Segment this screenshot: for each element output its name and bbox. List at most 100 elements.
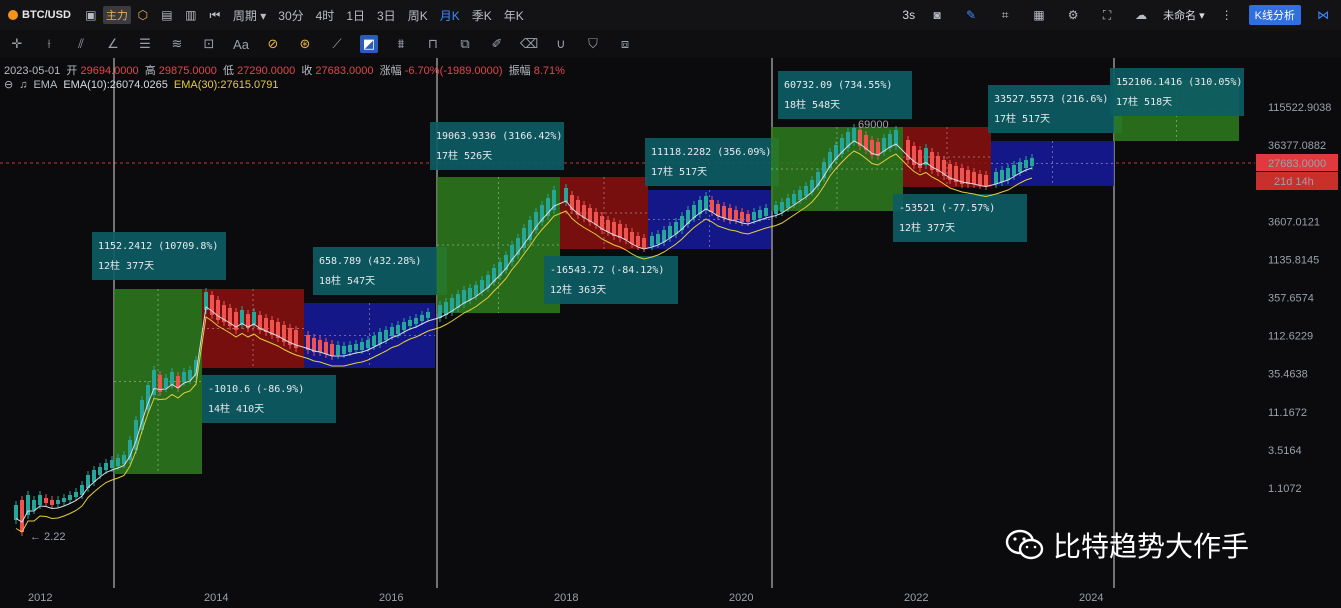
trash-icon[interactable]: ⌫ <box>520 35 538 53</box>
trend-line-icon[interactable]: ⫽ <box>72 35 90 53</box>
x-tick-label: 2020 <box>729 592 753 604</box>
ema30-value: EMA(30):27615.0791 <box>173 78 279 91</box>
gann-tool-icon[interactable]: ⊛ <box>296 35 314 53</box>
pen-icon[interactable]: ✎ <box>964 8 978 22</box>
grid-icon[interactable]: ▦ <box>1032 8 1046 22</box>
period-dropdown[interactable]: 周期 ▾ <box>227 7 272 24</box>
y-tick-label: 115522.9038 <box>1268 102 1331 114</box>
y-tick-label: 11.1672 <box>1268 407 1307 419</box>
more-icon[interactable]: ⋮ <box>1220 8 1234 22</box>
symbol-selector[interactable]: BTC/USD <box>0 9 79 21</box>
candle <box>438 305 442 318</box>
cycle-label-bg <box>544 256 678 304</box>
candle <box>74 492 78 497</box>
ohlc-readout: 2023-05-01 开 29694.0000 高 29875.0000 低 2… <box>4 65 565 77</box>
vertical-line-icon[interactable]: ⟊ <box>40 35 58 53</box>
cycle-label-change: 658.789 (432.28%) <box>319 256 421 267</box>
bell-icon[interactable]: ♫ <box>19 79 27 91</box>
candle <box>56 500 60 504</box>
interval-1d[interactable]: 1日 <box>340 7 371 24</box>
interval-30m[interactable]: 30分 <box>272 7 309 24</box>
cycle-label-bg <box>778 71 912 119</box>
countdown-value: 21d 14h <box>1274 176 1314 188</box>
angle-tool-icon[interactable]: ∠ <box>104 35 122 53</box>
magnet-icon[interactable]: ∪ <box>552 35 570 53</box>
filter-icon[interactable]: ⛉ <box>584 35 602 53</box>
cycle-label-duration: 17柱 517天 <box>994 112 1050 125</box>
candle <box>384 330 388 340</box>
horizontal-lines-icon[interactable]: ☰ <box>136 35 154 53</box>
candle <box>20 500 24 532</box>
collapse-icon[interactable]: ⊖ <box>4 78 13 91</box>
pattern-tool-icon[interactable]: ⩩ <box>392 35 410 53</box>
y-tick-label: 112.6229 <box>1268 331 1313 343</box>
candle <box>994 172 998 184</box>
layers-icon[interactable]: ▥ <box>184 8 198 22</box>
gear-icon[interactable]: ⚙ <box>1066 8 1080 22</box>
cycle-label-duration: 18柱 547天 <box>319 274 375 287</box>
candle <box>62 498 66 502</box>
main-force-badge[interactable]: 主力 <box>102 6 131 24</box>
cycle-label-duration: 18柱 548天 <box>784 98 840 111</box>
indicator-icon[interactable]: ▣ <box>84 8 98 22</box>
candle <box>366 340 370 348</box>
y-tick-label: 357.6574 <box>1268 293 1314 305</box>
candle <box>474 285 478 296</box>
edit-icon[interactable]: ✐ <box>488 35 506 53</box>
candle <box>318 340 322 352</box>
settings-hex-icon[interactable]: ⬡ <box>136 8 150 22</box>
cycle-label-bg <box>430 122 564 170</box>
wave-tool-icon[interactable]: ≋ <box>168 35 186 53</box>
ema-label: EMA <box>33 78 58 91</box>
cloud-icon[interactable]: ☁ <box>1134 8 1148 22</box>
calendar-icon[interactable]: ▤ <box>160 8 174 22</box>
wechat-icon <box>1005 529 1044 560</box>
refresh-interval[interactable]: 3s <box>902 8 915 22</box>
interval-quarter[interactable]: 季K <box>466 7 498 24</box>
candle <box>68 495 72 500</box>
camera-icon[interactable]: ◙ <box>930 8 944 22</box>
interval-week[interactable]: 周K <box>402 7 434 24</box>
share-icon[interactable]: ⋈ <box>1316 8 1330 22</box>
candle <box>834 145 838 160</box>
y-tick-label: 1135.8145 <box>1268 254 1319 266</box>
measure-box-icon[interactable]: ◩ <box>360 35 378 53</box>
kline-analysis-button[interactable]: K线分析 <box>1248 5 1301 25</box>
cycle-label-change: 152106.1416 (310.05%) <box>1116 77 1242 88</box>
ema10-value: EMA(10):26074.0265 <box>63 78 168 91</box>
fib-tool-icon[interactable]: ⊘ <box>264 35 282 53</box>
fullscreen-icon[interactable]: ⛶ <box>1100 8 1114 22</box>
cycle-label-change: 60732.09 (734.55%) <box>784 80 892 91</box>
lock-icon[interactable]: ⊓ <box>424 35 442 53</box>
interval-month[interactable]: 月K <box>434 7 466 24</box>
candle <box>764 208 768 216</box>
candle <box>336 345 340 355</box>
cycle-label-bg <box>1110 68 1244 116</box>
candle <box>402 322 406 330</box>
rectangle-tool-icon[interactable]: ⊡ <box>200 35 218 53</box>
ruler-tool-icon[interactable]: ⟋ <box>328 35 346 53</box>
interval-year[interactable]: 年K <box>498 7 530 24</box>
interval-3d[interactable]: 3日 <box>371 7 402 24</box>
candle <box>240 310 244 325</box>
crop-icon[interactable]: ⌗ <box>998 8 1012 22</box>
layout-name[interactable]: 未命名 ▾ <box>1163 7 1205 23</box>
interval-4h[interactable]: 4时 <box>310 7 341 24</box>
cycle-label-change: 1152.2412 (10709.8%) <box>98 241 218 252</box>
candle <box>716 204 720 216</box>
candle <box>116 458 120 466</box>
text-tool-icon[interactable]: Aa <box>232 35 250 53</box>
candle <box>528 220 532 240</box>
clone-icon[interactable]: ⧈ <box>616 35 634 53</box>
copy-icon[interactable]: ⧉ <box>456 35 474 53</box>
right-toolbar: 3s ◙ ✎ ⌗ ▦ ⚙ ⛶ ☁ 未命名 ▾ ⋮ K线分析 ⋈ <box>902 0 1335 30</box>
candle <box>798 190 802 200</box>
cycle-label-change: -53521 (-77.57%) <box>899 203 995 214</box>
rewind-icon[interactable]: ⏮ <box>208 8 222 22</box>
crosshair-tool-icon[interactable]: ✛ <box>8 35 26 53</box>
cycle-label-bg <box>92 232 226 280</box>
candle <box>804 186 808 196</box>
y-tick-label: 35.4638 <box>1268 369 1308 381</box>
candle <box>1000 170 1004 182</box>
watermark: 比特趋势大作手 <box>1005 525 1249 565</box>
